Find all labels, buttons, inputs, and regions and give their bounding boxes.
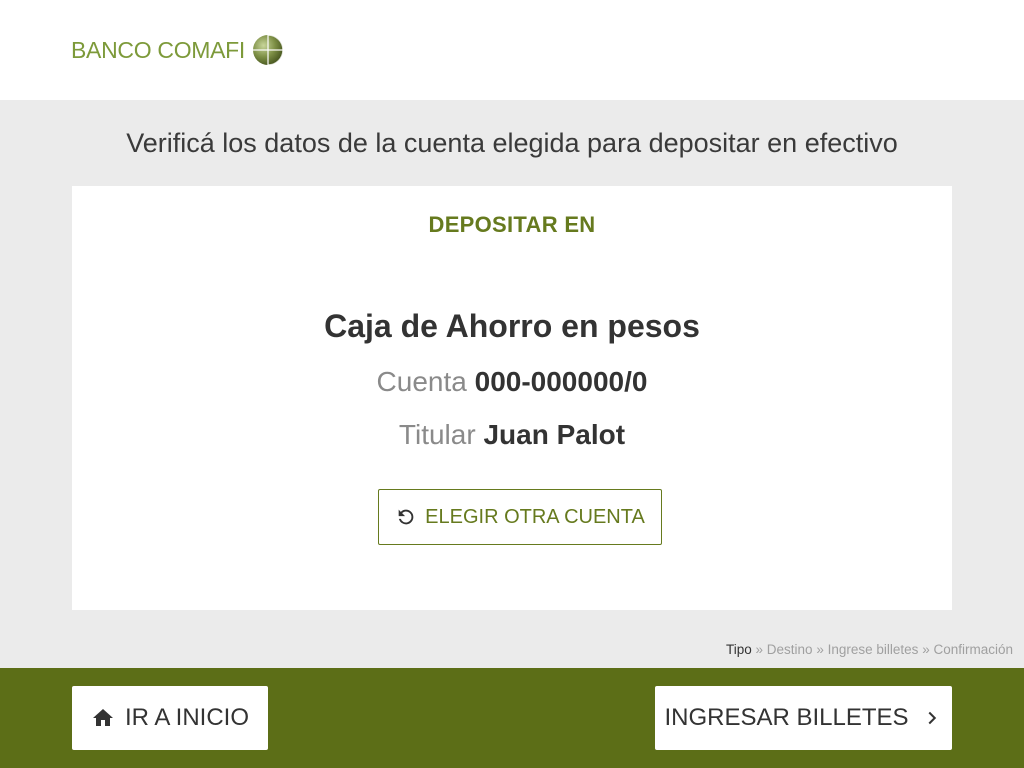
enter-bills-button[interactable]: INGRESAR BILLETES (655, 686, 952, 750)
breadcrumb: Tipo » Destino » Ingrese billetes » Conf… (726, 642, 1013, 657)
logo-text: BANCO COMAFI (71, 36, 246, 63)
home-icon (92, 709, 113, 726)
page-title: Verificá los datos de la cuenta elegida … (126, 128, 898, 158)
header: BANCO COMAFI (0, 0, 1024, 100)
breadcrumb-separator: » (755, 642, 764, 657)
account-line: Cuenta 000-000000/0 (72, 366, 952, 398)
card-heading: DEPOSITAR EN (428, 212, 596, 237)
breadcrumb-step-destino: Destino (766, 642, 813, 657)
holder-label: Titular (398, 419, 476, 450)
breadcrumb-step-ingrese-billetes: Ingrese billetes (827, 642, 919, 657)
breadcrumb-separator: » (816, 642, 824, 657)
footer-bar: IR A INICIO INGRESAR BILLETES (0, 668, 1024, 768)
choose-other-account-button[interactable]: ELEGIR OTRA CUENTA (378, 489, 662, 545)
account-number: 000-000000/0 (474, 366, 648, 397)
breadcrumb-step-tipo: Tipo (725, 642, 752, 657)
home-button-label: IR A INICIO (124, 704, 250, 731)
account-label: Cuenta (376, 366, 467, 397)
enter-bills-button-label: INGRESAR BILLETES (664, 704, 909, 731)
globe-logo-icon (253, 34, 284, 66)
bank-logo: BANCO COMAFI (71, 33, 284, 67)
breadcrumb-step-confirmacion: Confirmación (933, 642, 1013, 657)
choose-other-account-label: ELEGIR OTRA CUENTA (425, 505, 645, 528)
account-type: Caja de Ahorro en pesos (324, 308, 700, 344)
breadcrumb-separator: » (922, 642, 930, 657)
holder-line: Titular Juan Palot (72, 419, 952, 451)
holder-name: Juan Palot (483, 419, 626, 450)
account-card: DEPOSITAR EN Caja de Ahorro en pesos Cue… (72, 186, 952, 610)
chevron-right-icon (928, 711, 936, 725)
refresh-icon (398, 509, 414, 525)
home-button[interactable]: IR A INICIO (72, 686, 268, 750)
